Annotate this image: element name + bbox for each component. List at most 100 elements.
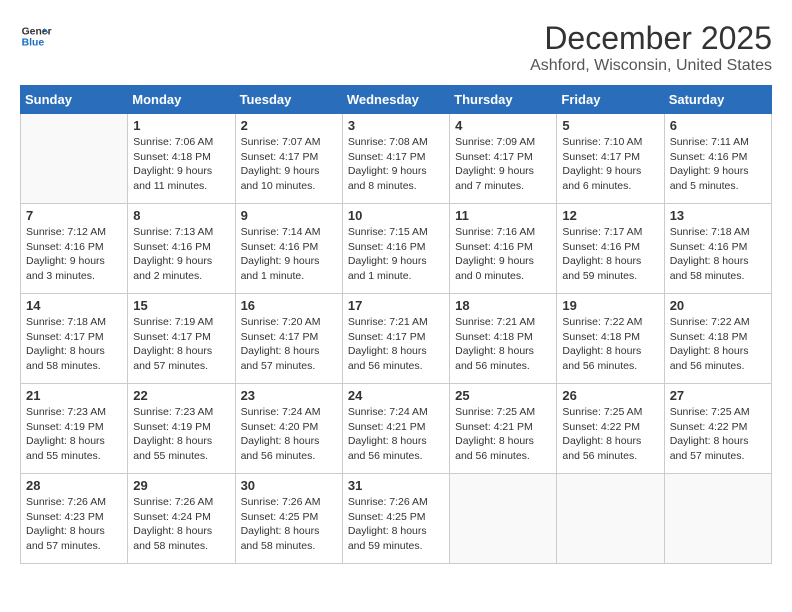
day-number: 1: [133, 118, 229, 133]
calendar-cell: 8 Sunrise: 7:13 AM Sunset: 4:16 PM Daylig…: [128, 204, 235, 294]
day-number: 21: [26, 388, 122, 403]
day-number: 8: [133, 208, 229, 223]
calendar-cell: 31 Sunrise: 7:26 AM Sunset: 4:25 PM Dayli…: [342, 474, 449, 564]
day-number: 9: [241, 208, 337, 223]
day-info: Sunrise: 7:12 AM Sunset: 4:16 PM Dayligh…: [26, 225, 122, 284]
day-info: Sunrise: 7:15 AM Sunset: 4:16 PM Dayligh…: [348, 225, 444, 284]
day-number: 7: [26, 208, 122, 223]
calendar-cell: 21 Sunrise: 7:23 AM Sunset: 4:19 PM Dayli…: [21, 384, 128, 474]
calendar-cell: 3 Sunrise: 7:08 AM Sunset: 4:17 PM Daylig…: [342, 114, 449, 204]
day-number: 22: [133, 388, 229, 403]
day-number: 27: [670, 388, 766, 403]
svg-text:Blue: Blue: [22, 38, 45, 49]
day-number: 12: [562, 208, 658, 223]
day-number: 6: [670, 118, 766, 133]
calendar-cell: 2Sunrise: 7:07 AM Sunset: 4:17 PM Daylig…: [235, 114, 342, 204]
day-info: Sunrise: 7:10 AM Sunset: 4:17 PM Dayligh…: [562, 135, 658, 194]
day-info: Sunrise: 7:14 AM Sunset: 4:16 PM Dayligh…: [241, 225, 337, 284]
header-thursday: Thursday: [450, 86, 557, 114]
calendar-table: SundayMondayTuesdayWednesdayThursdayFrid…: [20, 85, 772, 564]
day-info: Sunrise: 7:23 AM Sunset: 4:19 PM Dayligh…: [26, 405, 122, 464]
calendar-cell: 25Sunrise: 7:25 AM Sunset: 4:21 PM Dayli…: [450, 384, 557, 474]
logo: General Blue: [20, 20, 52, 52]
calendar-cell: 15 Sunrise: 7:19 AM Sunset: 4:17 PM Dayli…: [128, 294, 235, 384]
day-info: Sunrise: 7:09 AM Sunset: 4:17 PM Dayligh…: [455, 135, 551, 194]
calendar-cell: 26 Sunrise: 7:25 AM Sunset: 4:22 PM Dayli…: [557, 384, 664, 474]
calendar-cell: 9 Sunrise: 7:14 AM Sunset: 4:16 PM Daylig…: [235, 204, 342, 294]
day-info: Sunrise: 7:18 AM Sunset: 4:17 PM Dayligh…: [26, 315, 122, 374]
day-number: 18: [455, 298, 551, 313]
day-number: 10: [348, 208, 444, 223]
header-friday: Friday: [557, 86, 664, 114]
week-row-2: 14Sunrise: 7:18 AM Sunset: 4:17 PM Dayli…: [21, 294, 772, 384]
calendar-cell: 27Sunrise: 7:25 AM Sunset: 4:22 PM Dayli…: [664, 384, 771, 474]
calendar-cell: 17 Sunrise: 7:21 AM Sunset: 4:17 PM Dayli…: [342, 294, 449, 384]
day-number: 26: [562, 388, 658, 403]
day-info: Sunrise: 7:22 AM Sunset: 4:18 PM Dayligh…: [670, 315, 766, 374]
calendar-cell: 30 Sunrise: 7:26 AM Sunset: 4:25 PM Dayli…: [235, 474, 342, 564]
page-header: General Blue December 2025 Ashford, Wisc…: [20, 20, 772, 75]
day-info: Sunrise: 7:20 AM Sunset: 4:17 PM Dayligh…: [241, 315, 337, 374]
day-info: Sunrise: 7:11 AM Sunset: 4:16 PM Dayligh…: [670, 135, 766, 194]
day-number: 23: [241, 388, 337, 403]
header-tuesday: Tuesday: [235, 86, 342, 114]
week-row-0: 1 Sunrise: 7:06 AM Sunset: 4:18 PM Daylig…: [21, 114, 772, 204]
day-info: Sunrise: 7:22 AM Sunset: 4:18 PM Dayligh…: [562, 315, 658, 374]
calendar-cell: [664, 474, 771, 564]
day-number: 2: [241, 118, 337, 133]
title-area: December 2025 Ashford, Wisconsin, United…: [530, 20, 772, 75]
day-info: Sunrise: 7:25 AM Sunset: 4:22 PM Dayligh…: [562, 405, 658, 464]
day-number: 30: [241, 478, 337, 493]
day-info: Sunrise: 7:24 AM Sunset: 4:21 PM Dayligh…: [348, 405, 444, 464]
days-header-row: SundayMondayTuesdayWednesdayThursdayFrid…: [21, 86, 772, 114]
calendar-cell: 28 Sunrise: 7:26 AM Sunset: 4:23 PM Dayli…: [21, 474, 128, 564]
calendar-cell: 22Sunrise: 7:23 AM Sunset: 4:19 PM Dayli…: [128, 384, 235, 474]
day-info: Sunrise: 7:08 AM Sunset: 4:17 PM Dayligh…: [348, 135, 444, 194]
day-number: 17: [348, 298, 444, 313]
logo-icon: General Blue: [20, 20, 52, 52]
day-info: Sunrise: 7:24 AM Sunset: 4:20 PM Dayligh…: [241, 405, 337, 464]
day-info: Sunrise: 7:19 AM Sunset: 4:17 PM Dayligh…: [133, 315, 229, 374]
calendar-cell: 19Sunrise: 7:22 AM Sunset: 4:18 PM Dayli…: [557, 294, 664, 384]
calendar-cell: 7 Sunrise: 7:12 AM Sunset: 4:16 PM Daylig…: [21, 204, 128, 294]
calendar-cell: 1 Sunrise: 7:06 AM Sunset: 4:18 PM Daylig…: [128, 114, 235, 204]
day-number: 11: [455, 208, 551, 223]
day-number: 15: [133, 298, 229, 313]
header-wednesday: Wednesday: [342, 86, 449, 114]
day-info: Sunrise: 7:26 AM Sunset: 4:23 PM Dayligh…: [26, 495, 122, 554]
day-number: 13: [670, 208, 766, 223]
calendar-cell: [557, 474, 664, 564]
calendar-cell: 18 Sunrise: 7:21 AM Sunset: 4:18 PM Dayli…: [450, 294, 557, 384]
calendar-cell: 13 Sunrise: 7:18 AM Sunset: 4:16 PM Dayli…: [664, 204, 771, 294]
day-info: Sunrise: 7:21 AM Sunset: 4:18 PM Dayligh…: [455, 315, 551, 374]
day-info: Sunrise: 7:16 AM Sunset: 4:16 PM Dayligh…: [455, 225, 551, 284]
week-row-4: 28 Sunrise: 7:26 AM Sunset: 4:23 PM Dayli…: [21, 474, 772, 564]
calendar-title: December 2025: [530, 20, 772, 57]
week-row-3: 21 Sunrise: 7:23 AM Sunset: 4:19 PM Dayli…: [21, 384, 772, 474]
day-info: Sunrise: 7:26 AM Sunset: 4:25 PM Dayligh…: [241, 495, 337, 554]
calendar-cell: 6 Sunrise: 7:11 AM Sunset: 4:16 PM Daylig…: [664, 114, 771, 204]
calendar-subtitle: Ashford, Wisconsin, United States: [530, 57, 772, 75]
header-saturday: Saturday: [664, 86, 771, 114]
calendar-cell: 20 Sunrise: 7:22 AM Sunset: 4:18 PM Dayli…: [664, 294, 771, 384]
calendar-cell: 4Sunrise: 7:09 AM Sunset: 4:17 PM Daylig…: [450, 114, 557, 204]
day-number: 29: [133, 478, 229, 493]
day-number: 28: [26, 478, 122, 493]
day-number: 31: [348, 478, 444, 493]
day-number: 16: [241, 298, 337, 313]
day-info: Sunrise: 7:26 AM Sunset: 4:24 PM Dayligh…: [133, 495, 229, 554]
calendar-cell: 10 Sunrise: 7:15 AM Sunset: 4:16 PM Dayli…: [342, 204, 449, 294]
calendar-cell: [450, 474, 557, 564]
day-number: 25: [455, 388, 551, 403]
calendar-cell: 14Sunrise: 7:18 AM Sunset: 4:17 PM Dayli…: [21, 294, 128, 384]
day-info: Sunrise: 7:21 AM Sunset: 4:17 PM Dayligh…: [348, 315, 444, 374]
calendar-cell: 29 Sunrise: 7:26 AM Sunset: 4:24 PM Dayli…: [128, 474, 235, 564]
day-number: 3: [348, 118, 444, 133]
day-info: Sunrise: 7:06 AM Sunset: 4:18 PM Dayligh…: [133, 135, 229, 194]
calendar-cell: 23 Sunrise: 7:24 AM Sunset: 4:20 PM Dayli…: [235, 384, 342, 474]
day-number: 20: [670, 298, 766, 313]
day-number: 5: [562, 118, 658, 133]
day-info: Sunrise: 7:26 AM Sunset: 4:25 PM Dayligh…: [348, 495, 444, 554]
day-info: Sunrise: 7:13 AM Sunset: 4:16 PM Dayligh…: [133, 225, 229, 284]
day-info: Sunrise: 7:18 AM Sunset: 4:16 PM Dayligh…: [670, 225, 766, 284]
